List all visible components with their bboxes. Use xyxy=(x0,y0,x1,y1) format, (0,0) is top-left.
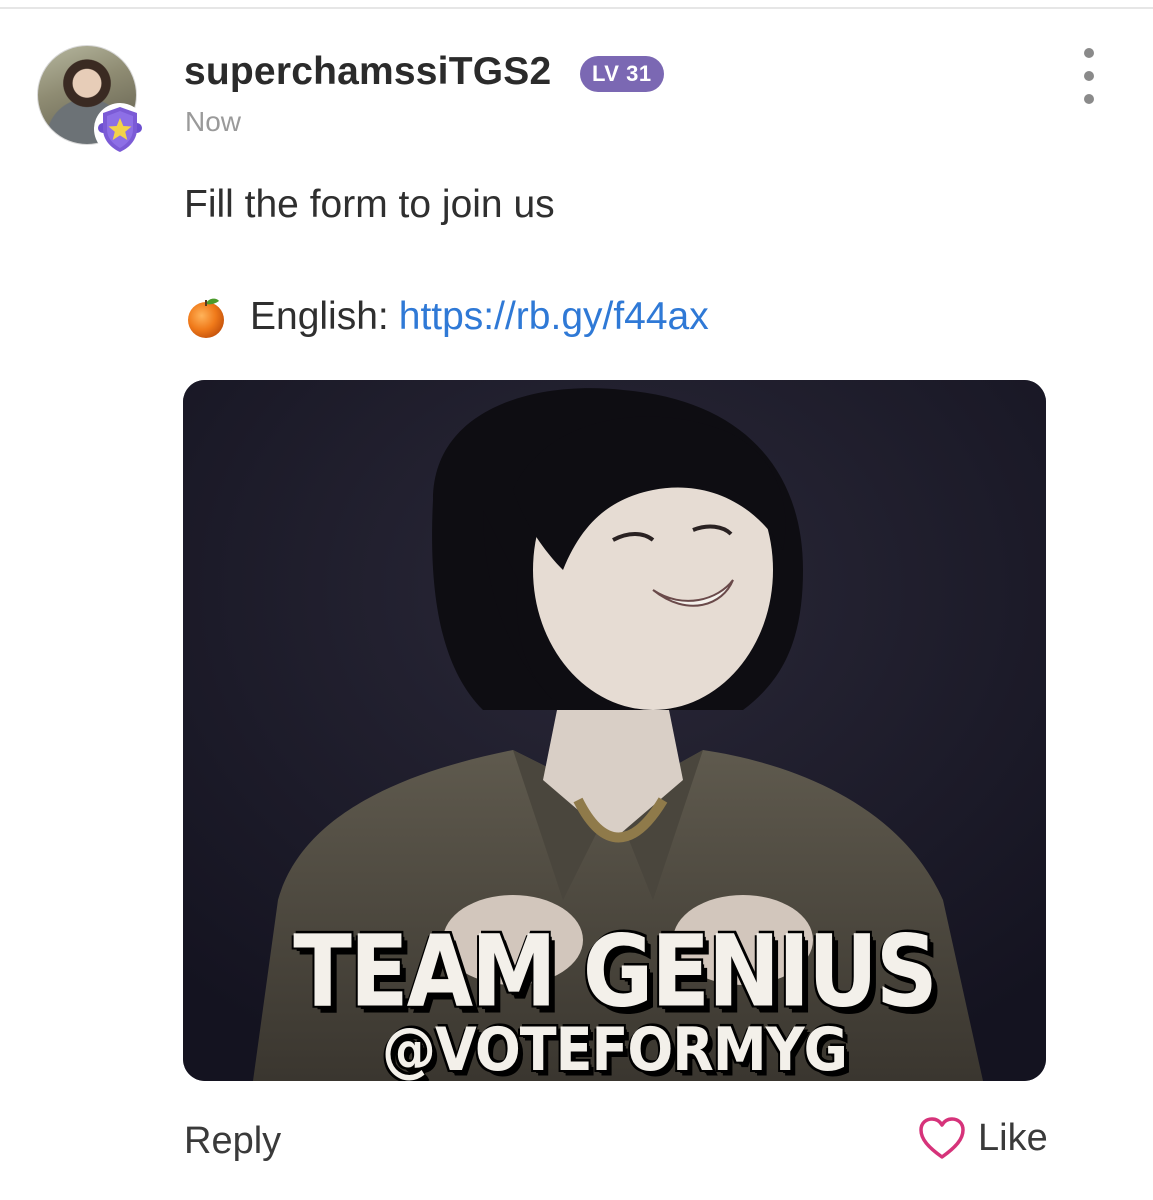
dot xyxy=(1084,48,1094,58)
link-label: English: xyxy=(250,295,389,338)
divider xyxy=(0,7,1153,9)
avatar[interactable] xyxy=(37,45,152,160)
like-button[interactable]: Like xyxy=(918,1116,1048,1160)
post-image[interactable]: TEAM GENIUS @VOTEFORMYG xyxy=(183,380,1046,1081)
orange-emoji-icon xyxy=(188,298,224,338)
dot xyxy=(1084,94,1094,104)
heart-outline-icon xyxy=(919,1117,965,1159)
shield-star-badge-icon xyxy=(94,103,146,155)
like-label: Like xyxy=(978,1116,1048,1159)
form-link[interactable]: https://rb.gy/f44ax xyxy=(399,295,709,339)
image-overlay-title: TEAM GENIUS xyxy=(293,914,938,1030)
kebab-menu-icon[interactable] xyxy=(1074,48,1104,104)
image-overlay-handle: @VOTEFORMYG xyxy=(381,1014,848,1081)
dot xyxy=(1084,71,1094,81)
post-text: Fill the form to join us xyxy=(184,183,555,226)
post-link-line: English: https://rb.gy/f44ax xyxy=(184,295,709,339)
timestamp: Now xyxy=(185,106,242,137)
level-badge: LV 31 xyxy=(580,56,664,92)
comment-card: superchamssiTGS2 LV 31 Now Fill the form… xyxy=(0,0,1153,1200)
username[interactable]: superchamssiTGS2 xyxy=(184,50,551,94)
reply-button[interactable]: Reply xyxy=(184,1120,281,1163)
